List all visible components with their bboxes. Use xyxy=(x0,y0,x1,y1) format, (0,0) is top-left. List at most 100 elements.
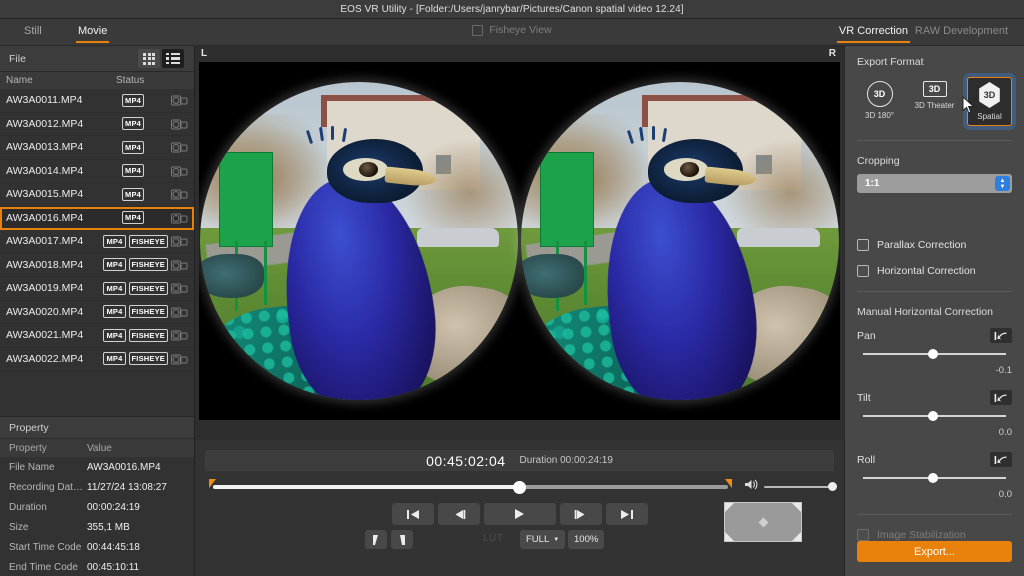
slider-track-wrap[interactable] xyxy=(857,472,1012,484)
tab-raw-development[interactable]: RAW Development xyxy=(907,23,1016,45)
property-key: Start Time Code xyxy=(9,542,87,553)
file-name: AW3A0019.MP4 xyxy=(6,282,103,294)
export-format-option[interactable]: 3D 3D 180° xyxy=(857,77,902,124)
navigator-corner xyxy=(792,503,801,512)
stereo-preview[interactable] xyxy=(199,62,840,420)
file-list-item[interactable]: AW3A0015.MP4MP4 xyxy=(0,183,194,207)
file-name: AW3A0013.MP4 xyxy=(6,141,122,153)
slider-knob[interactable] xyxy=(928,411,938,421)
step-forward-icon[interactable] xyxy=(560,503,602,525)
volume-track[interactable] xyxy=(764,486,834,489)
export-format-option[interactable]: 3DSpatial xyxy=(967,77,1012,126)
fisheye-view-checkbox[interactable] xyxy=(472,25,483,36)
column-header-name: Name xyxy=(6,75,116,86)
tab-vr-correction[interactable]: VR Correction xyxy=(831,23,916,45)
play-icon[interactable] xyxy=(484,503,556,525)
mark-out-icon[interactable] xyxy=(391,530,413,549)
correction-checkbox[interactable] xyxy=(857,265,869,277)
cropping-label: Cropping xyxy=(857,155,1012,167)
status-badge: FISHEYE xyxy=(129,282,169,295)
eye-labels: L R xyxy=(195,46,844,62)
fisheye-thumb-icon xyxy=(171,94,188,106)
file-list-item[interactable]: AW3A0019.MP4MP4FISHEYE xyxy=(0,277,194,301)
left-eye-view[interactable] xyxy=(199,62,520,420)
file-list-item[interactable]: AW3A0014.MP4MP4 xyxy=(0,160,194,184)
export-format-option[interactable]: 3D3D Theater xyxy=(912,77,957,114)
status-badge: MP4 xyxy=(122,211,144,224)
file-list-item[interactable]: AW3A0020.MP4MP4FISHEYE xyxy=(0,301,194,325)
file-list-item[interactable]: AW3A0012.MP4MP4 xyxy=(0,113,194,137)
export-format-title: Export Format xyxy=(857,56,1012,68)
format-glyph-icon: 3D xyxy=(867,81,893,107)
left-eye-label: L xyxy=(201,48,207,59)
correction-checkboxes: Parallax Correction Horizontal Correction xyxy=(845,239,1024,277)
reset-icon[interactable] xyxy=(990,452,1012,467)
slider-track-wrap[interactable] xyxy=(857,410,1012,422)
go-to-start-icon[interactable] xyxy=(392,503,434,525)
correction-checkbox-row[interactable]: Horizontal Correction xyxy=(857,265,1012,277)
fisheye-view-label: Fisheye View xyxy=(489,24,551,36)
export-format-label: 3D 180° xyxy=(865,111,894,120)
chevron-down-icon: ▼ xyxy=(553,537,559,543)
status-badge: FISHEYE xyxy=(129,258,169,271)
slider-knob[interactable] xyxy=(928,349,938,359)
file-list-item[interactable]: AW3A0018.MP4MP4FISHEYE xyxy=(0,254,194,278)
slider-track-wrap[interactable] xyxy=(857,348,1012,360)
volume-control[interactable] xyxy=(744,478,834,496)
format-glyph-icon: 3D xyxy=(923,81,947,97)
image-stabilization-checkbox[interactable] xyxy=(857,529,869,541)
correction-checkbox[interactable] xyxy=(857,239,869,251)
file-name: AW3A0016.MP4 xyxy=(6,212,122,224)
navigator-center-handle[interactable] xyxy=(758,517,768,527)
zoom-level-label: 100% xyxy=(574,534,598,545)
window-title: EOS VR Utility - [Folder:/Users/janrybar… xyxy=(340,4,683,15)
fisheye-thumb-icon xyxy=(171,329,188,341)
navigator-box[interactable] xyxy=(724,502,802,542)
property-value: 11/27/24 13:08:27 xyxy=(87,482,167,493)
slider-knob[interactable] xyxy=(928,473,938,483)
step-backward-icon[interactable] xyxy=(438,503,480,525)
property-row: Recording Date/...11/27/24 13:08:27 xyxy=(0,477,194,497)
file-list-item[interactable]: AW3A0011.MP4MP4 xyxy=(0,89,194,113)
scrubber-played xyxy=(213,485,521,489)
slider-header: Pan xyxy=(857,328,1012,343)
list-view-icon[interactable] xyxy=(162,49,184,68)
speaker-icon[interactable] xyxy=(744,478,759,496)
duration-label: Duration 00:00:24:19 xyxy=(520,455,613,466)
timeline-scrubber[interactable] xyxy=(205,479,736,495)
status-badge: MP4 xyxy=(122,141,144,154)
zoom-level-button[interactable]: 100% xyxy=(568,530,604,549)
quality-dropdown[interactable]: FULL ▼ xyxy=(520,530,565,549)
reset-icon[interactable] xyxy=(990,390,1012,405)
property-value: 00:45:10:11 xyxy=(87,562,139,573)
export-button[interactable]: Export... xyxy=(857,541,1012,562)
slider-body xyxy=(857,348,1012,360)
cropping-value: 1:1 xyxy=(865,178,879,189)
left-sidebar: File Name Status AW3A0011.MP4MP4 xyxy=(0,46,195,576)
status-badge: MP4 xyxy=(122,117,144,130)
file-list-item[interactable]: AW3A0013.MP4MP4 xyxy=(0,136,194,160)
mark-in-icon[interactable] xyxy=(365,530,387,549)
fisheye-thumb-icon xyxy=(171,165,188,177)
file-list-item[interactable]: AW3A0016.MP4MP4 xyxy=(0,207,194,231)
divider xyxy=(857,514,1012,515)
image-stabilization-row[interactable]: Image Stabilization xyxy=(857,529,1012,541)
property-value: 00:00:24:19 xyxy=(87,502,140,513)
eos-vr-utility-window: EOS VR Utility - [Folder:/Users/janrybar… xyxy=(0,0,1024,576)
reset-icon[interactable] xyxy=(990,328,1012,343)
fisheye-thumb-icon xyxy=(171,282,188,294)
file-list-item[interactable]: AW3A0022.MP4MP4FISHEYE xyxy=(0,348,194,372)
stepper-icon[interactable]: ▲▼ xyxy=(995,176,1010,191)
volume-knob[interactable] xyxy=(828,482,837,491)
scrubber-playhead[interactable] xyxy=(513,481,526,494)
slider-label: Pan xyxy=(857,330,876,342)
file-list-item[interactable]: AW3A0021.MP4MP4FISHEYE xyxy=(0,324,194,348)
file-list-item[interactable]: AW3A0017.MP4MP4FISHEYE xyxy=(0,230,194,254)
status-badge: MP4 xyxy=(103,305,125,318)
cropping-dropdown[interactable]: 1:1 ▲▼ xyxy=(857,174,1012,193)
go-to-end-icon[interactable] xyxy=(606,503,648,525)
correction-checkbox-row[interactable]: Parallax Correction xyxy=(857,239,1012,251)
right-eye-view[interactable] xyxy=(520,62,841,420)
column-header-status: Status xyxy=(116,75,144,86)
grid-view-icon[interactable] xyxy=(138,49,160,68)
